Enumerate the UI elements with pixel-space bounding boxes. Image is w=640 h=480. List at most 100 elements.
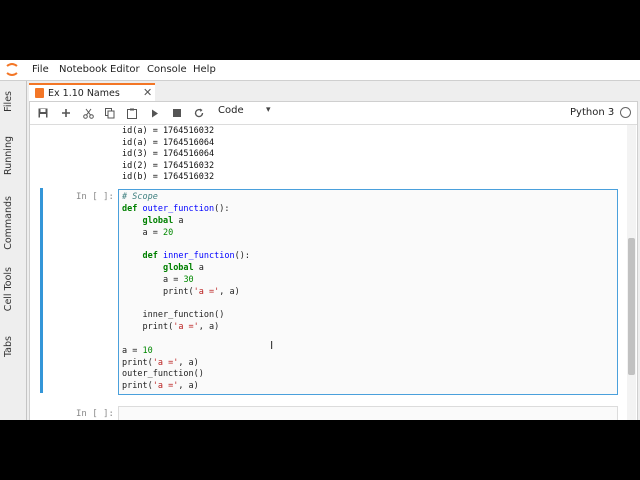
notebook-scrollbar[interactable] (627, 125, 636, 420)
scrollbar-thumb[interactable] (628, 238, 635, 375)
code-string: 'a =' (173, 322, 199, 332)
code-number: 30 (183, 275, 194, 285)
code-line: # Scope (122, 192, 158, 202)
run-button[interactable] (147, 105, 163, 121)
sidebar-tab-cell-tools[interactable]: Cell Tools (3, 267, 14, 311)
menu-file[interactable]: File (32, 64, 49, 75)
code-line: print('a =', a) (122, 287, 240, 297)
code-line: outer_function() (122, 369, 204, 379)
code-keyword: global (162, 263, 194, 273)
menu-bar: File Notebook Editor Console Help (0, 60, 640, 81)
code-line: print('a =', a) (122, 358, 199, 368)
code-text: a = (162, 275, 184, 285)
code-line: global a (122, 263, 204, 273)
code-text: , a) (178, 381, 199, 391)
jupyter-logo-icon (6, 63, 18, 76)
menu-console[interactable]: Console (147, 64, 187, 75)
code-number: 10 (142, 346, 153, 356)
code-string: 'a =' (152, 358, 179, 368)
code-builtin: print (122, 358, 148, 368)
stop-icon (173, 109, 181, 117)
chevron-down-icon: ▾ (266, 105, 271, 115)
code-function-name: outer_function (137, 204, 215, 214)
cut-button[interactable] (80, 105, 96, 121)
code-text: a (193, 263, 204, 273)
code-text: a (173, 216, 184, 226)
code-function-name: inner_function (157, 251, 235, 261)
active-cell-indicator (40, 188, 43, 393)
notebook-cells: id(a) = 1764516032 id(a) = 1764516064 id… (30, 125, 626, 420)
code-string: 'a =' (152, 381, 179, 391)
clipboard-icon (127, 108, 137, 119)
sidebar-tab-tabs[interactable]: Tabs (3, 336, 14, 357)
save-icon (38, 108, 48, 118)
copy-icon (105, 107, 115, 118)
main-area: Ex 1.10 Names ✕ Code ▾ Python 3 id(a) = … (27, 81, 640, 420)
menu-notebook[interactable]: Notebook (59, 64, 107, 75)
code-text: , a) (178, 358, 199, 368)
left-sidebar: Files Running Commands Cell Tools Tabs (0, 81, 27, 420)
kernel-name[interactable]: Python 3 (570, 107, 614, 118)
menu-editor[interactable]: Editor (110, 64, 140, 75)
code-keyword: global (142, 216, 174, 226)
code-line: print('a =', a) (122, 381, 199, 391)
code-text: inner_function() (142, 310, 225, 320)
code-text: a = (142, 228, 163, 238)
notebook-toolbar: Code ▾ Python 3 (30, 102, 637, 125)
code-keyword: def (122, 204, 138, 214)
code-string: 'a =' (193, 287, 220, 297)
code-line: def inner_function(): (122, 251, 250, 261)
save-button[interactable] (35, 105, 51, 121)
code-builtin: print (162, 287, 189, 297)
paste-button[interactable] (124, 105, 140, 121)
next-cell-prompt: In [ ]: (76, 409, 114, 419)
notebook-panel: Code ▾ Python 3 id(a) = 1764516032 id(a)… (29, 101, 638, 420)
code-line: def outer_function(): (122, 204, 229, 214)
code-line: a = 10 (122, 346, 153, 356)
cell-prompt: In [ ]: (76, 192, 114, 202)
code-comment: # Scope (122, 192, 158, 202)
output-line: id(a) = 1764516032 (122, 126, 215, 136)
code-builtin: print (142, 322, 169, 332)
code-text: a = (122, 346, 143, 356)
text-cursor-icon: I (270, 339, 274, 352)
sidebar-tab-files[interactable]: Files (3, 91, 14, 112)
code-line: print('a =', a) (122, 322, 219, 332)
sidebar-tab-running[interactable]: Running (3, 136, 14, 175)
next-code-editor[interactable] (118, 406, 618, 420)
interrupt-button[interactable] (169, 105, 185, 121)
copy-button[interactable] (102, 105, 118, 121)
code-number: 20 (162, 228, 174, 238)
refresh-icon (194, 108, 204, 118)
output-line: id(2) = 1764516032 (122, 161, 215, 171)
code-builtin: print (122, 381, 148, 391)
sidebar-tab-commands[interactable]: Commands (3, 196, 14, 250)
code-line: a = 30 (122, 275, 194, 285)
code-keyword: def (142, 251, 158, 261)
cell-type-select[interactable]: Code ▾ (218, 105, 278, 121)
code-line: global a (122, 216, 183, 226)
output-line: id(3) = 1764516064 (122, 149, 215, 159)
restart-button[interactable] (191, 105, 207, 121)
code-text: outer_function() (122, 369, 204, 379)
jupyterlab-window: File Notebook Editor Console Help Files … (0, 60, 640, 420)
tab-title: Ex 1.10 Names (48, 88, 120, 99)
close-icon[interactable]: ✕ (143, 86, 152, 99)
code-text: , a) (198, 322, 220, 332)
code-line: a = 20 (122, 228, 173, 238)
output-line: id(a) = 1764516064 (122, 138, 215, 148)
scissors-icon (82, 108, 94, 119)
code-text: , a) (219, 287, 240, 297)
output-line: id(b) = 1764516032 (122, 172, 215, 182)
cell-type-value: Code (218, 105, 244, 116)
kernel-status-icon (620, 107, 631, 118)
notebook-tab[interactable]: Ex 1.10 Names ✕ (29, 83, 155, 101)
menu-help[interactable]: Help (193, 64, 216, 75)
play-icon (152, 109, 158, 117)
code-editor[interactable]: # Scope def outer_function(): global a a… (118, 189, 618, 395)
notebook-icon (35, 88, 44, 98)
code-text: (): (214, 204, 230, 214)
insert-cell-button[interactable] (58, 105, 74, 121)
code-line: inner_function() (122, 310, 224, 320)
code-text: (): (234, 251, 250, 261)
